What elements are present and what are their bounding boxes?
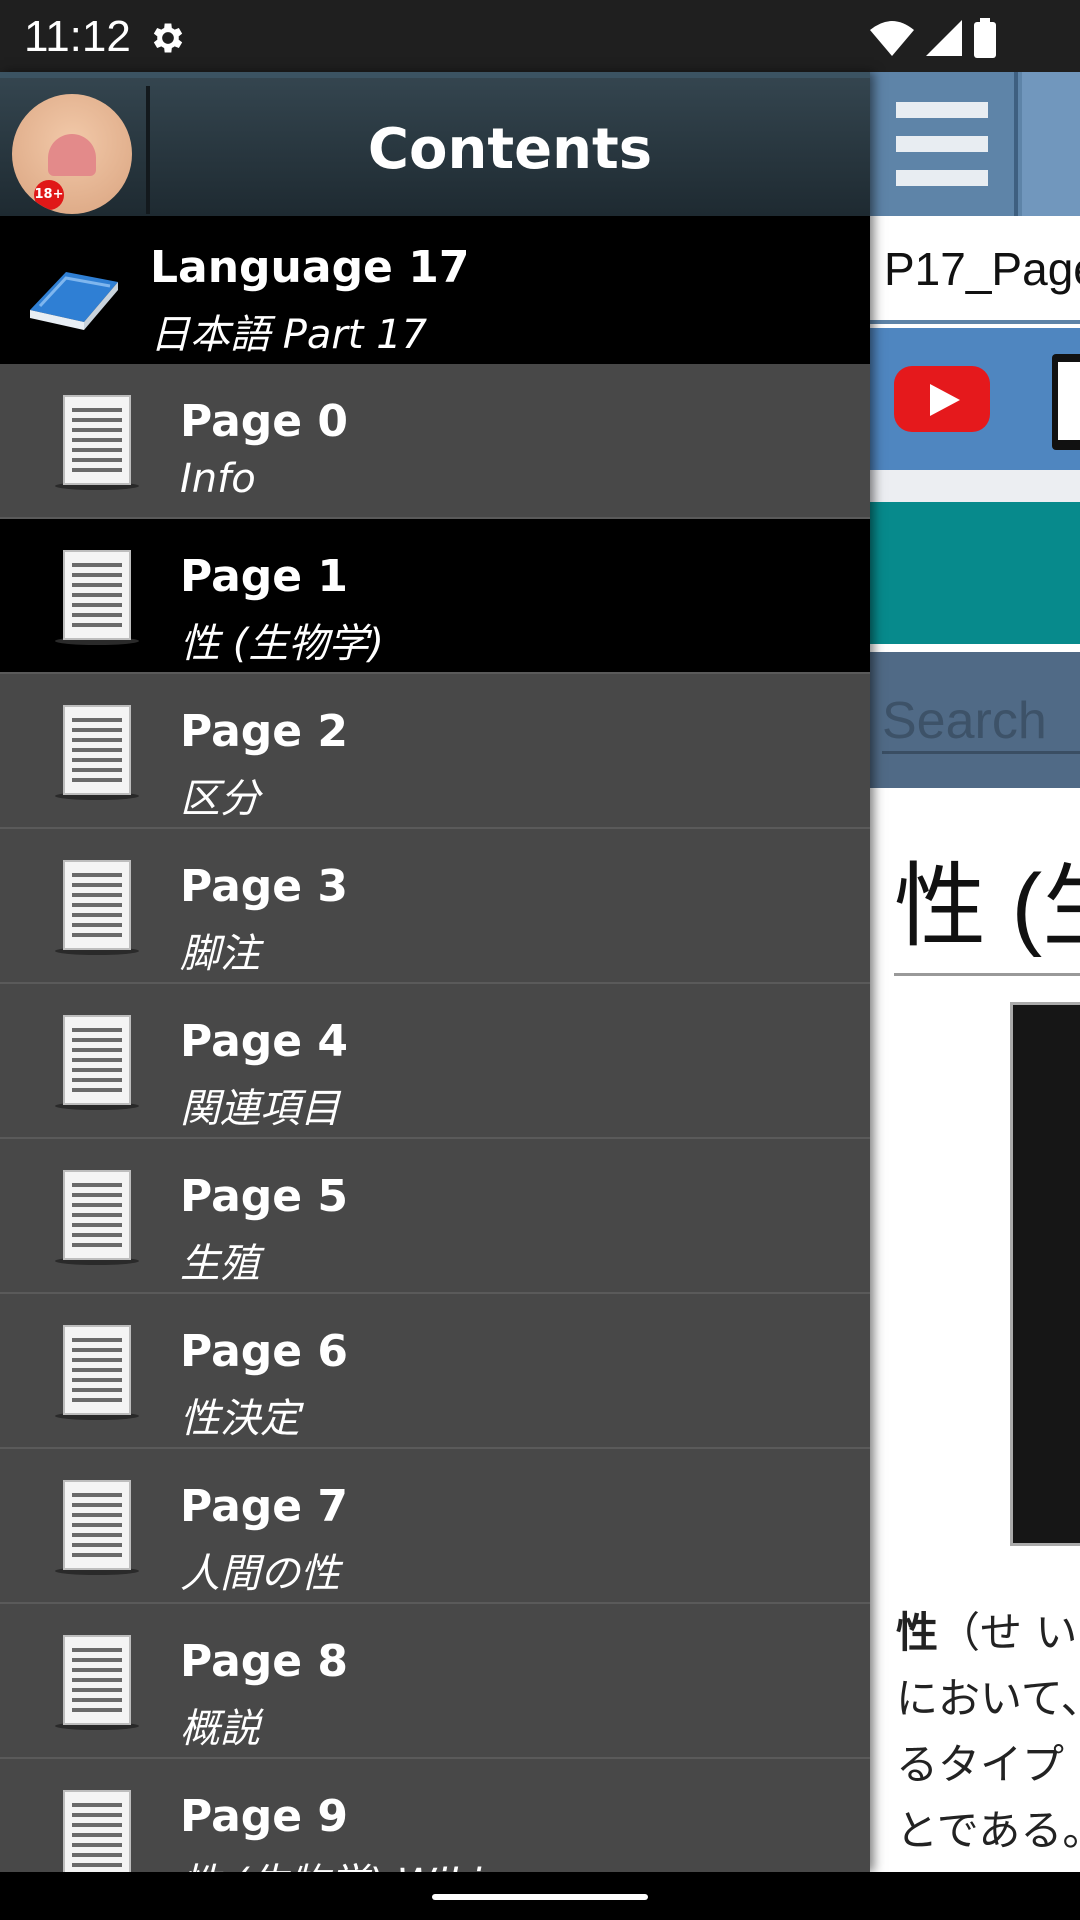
document-icon[interactable] [1052,354,1080,450]
page-title: Page 6 [180,1326,349,1377]
status-icons [870,18,996,58]
page-subtitle: 性 (生物学) Wiki [180,1851,482,1872]
page-list-item[interactable]: Page 7 人間の性 [0,1449,870,1604]
page-list-item[interactable]: Page 2 区分 [0,674,870,829]
page-list-item[interactable]: Page 0 Info [0,364,870,519]
book-subtitle: 日本語 Part 17 [150,312,428,358]
page-subtitle: 人間の性 [180,1551,340,1597]
article-title: 性 (生 [894,832,1080,976]
page-list-item[interactable]: Page 9 性 (生物学) Wiki [0,1759,870,1872]
page-title: Page 0 [180,396,349,447]
age-badge: 18+ [34,180,64,210]
page-title: Page 5 [180,1171,349,1222]
page-title: Page 3 [180,861,349,912]
page-title: Page 8 [180,1636,349,1687]
page-document-icon [52,857,142,957]
page-document-icon [52,1632,142,1732]
article-bold: 性 [896,1608,939,1657]
page-subtitle: 生殖 [180,1241,260,1287]
drawer-header: 18+ Contents [0,72,870,216]
page-list-item[interactable]: Page 8 概説 [0,1604,870,1759]
article-body: 性（せ い において、 るタイプ とである。 [896,1608,1080,1855]
drawer-title: Contents [367,117,653,182]
page-subtitle: Info [180,456,256,502]
page-title: Page 7 [180,1481,349,1532]
page-list-item[interactable]: Page 1 性 (生物学) [0,519,870,674]
page-title: Page 9 [180,1791,349,1842]
battery-icon [974,22,996,58]
page-document-icon [52,547,142,647]
page-subtitle: 概説 [180,1706,260,1752]
page-document-icon [52,1477,142,1577]
toolbar-button[interactable] [1022,72,1080,216]
media-bar [870,328,1080,470]
status-time: 11:12 [24,12,131,61]
page-subtitle: 脚注 [180,931,260,977]
page-subtitle: 性決定 [180,1396,300,1442]
navigation-bar [0,1872,1080,1920]
cellular-icon [926,20,962,56]
page-document-icon [52,702,142,802]
address-bar[interactable]: P17_Page [870,216,1080,324]
menu-button[interactable] [870,72,1018,216]
status-bar: 11:12 [0,0,1080,72]
page-list-item[interactable]: Page 6 性決定 [0,1294,870,1449]
page-document-icon [52,1787,142,1872]
avatar[interactable]: 18+ [12,94,132,214]
home-handle[interactable] [432,1894,648,1900]
gear-icon [153,23,183,53]
book-icon [30,272,118,330]
search-area [870,652,1080,788]
book-header[interactable]: Language 17 日本語 Part 17 [0,216,870,364]
page-list-item[interactable]: Page 4 関連項目 [0,984,870,1139]
address-text: P17_Page [884,243,1080,295]
page-title: Page 2 [180,706,349,757]
page-list-item[interactable]: Page 5 生殖 [0,1139,870,1294]
page-document-icon [52,1322,142,1422]
banner [870,502,1080,644]
divider [870,470,1080,502]
page-subtitle: 関連項目 [180,1086,340,1132]
wifi-icon [870,21,914,56]
page-list: Page 0 Info Page 1性 (生物学) Page 2 区分 Page 3 脚注 P… [0,364,870,1872]
search-input[interactable] [882,690,1080,754]
page-list-item[interactable]: Page 3 脚注 [0,829,870,984]
page-document-icon [52,1012,142,1112]
page-subtitle: 性 (生物学) [180,621,384,667]
page-document-icon [52,1167,142,1267]
youtube-icon[interactable] [894,366,990,432]
navigation-drawer: 18+ Contents Language 17 日本語 Part 17 Pag… [0,72,870,1872]
hamburger-icon [896,102,988,118]
page-title: Page 1 [180,551,349,602]
article-image [1010,1002,1080,1546]
page-title: Page 4 [180,1016,349,1067]
page-document-icon [52,392,142,492]
page-subtitle: 区分 [180,776,260,822]
book-title: Language 17 [150,242,470,293]
heart-icon [48,134,96,176]
